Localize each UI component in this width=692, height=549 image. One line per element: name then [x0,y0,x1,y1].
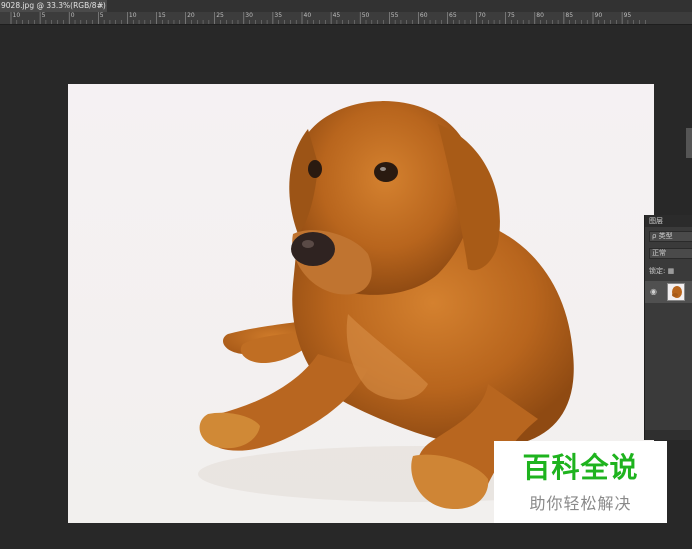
ruler-tick-label: 60 [419,12,428,19]
layer-filter-select[interactable]: ρ 类型 [649,231,692,242]
ruler-tick-label: 35 [274,12,283,19]
ruler-tick-label: 65 [449,12,457,19]
layers-panel-footer [645,430,692,440]
watermark: 百科全说 助你轻松解决 [494,441,667,523]
ruler-tick-label: 5 [41,12,46,19]
ruler-tick-label: 70 [478,12,486,19]
layer-thumbnail-image [668,284,684,300]
layer-thumbnail [667,283,685,301]
lock-label: 锁定: ▦ [649,266,674,276]
eye-icon[interactable]: ◉ [650,287,657,297]
document-tab-title: 9028.jpg @ 33.3%(RGB/8#) [1,1,106,10]
ruler-tick-label: 0 [70,12,75,19]
lock-pixels-icon[interactable]: ▦ [668,267,675,275]
tab-bar [107,0,692,12]
watermark-title: 百科全说 [522,451,639,484]
ruler-ticks [10,12,646,24]
ruler-tick-label: 80 [536,12,544,19]
ruler-tick-label: 95 [623,12,632,19]
ruler-tick-label: 45 [332,12,341,19]
close-icon[interactable]: × [98,0,104,12]
layers-panel-title[interactable]: 图层 [645,215,692,227]
ruler-tick-label: 75 [507,12,515,19]
layers-panel: 图层 ρ 类型 正常 锁定: ▦ ◉ [644,215,692,440]
watermark-subtitle: 助你轻松解决 [529,494,632,513]
blend-mode-select[interactable]: 正常 [649,248,692,259]
ruler-tick-label: 55 [390,12,399,19]
ruler-tick-label: 10 [12,12,21,19]
document-tab[interactable]: 9028.jpg @ 33.3%(RGB/8#) × [0,0,108,12]
ruler-tick-label: 20 [187,12,195,19]
ruler-tick-label: 85 [565,12,574,19]
ruler-tick-label: 40 [303,12,312,19]
panel-collapse-tab[interactable] [686,128,692,158]
ruler-tick-label: 15 [158,12,166,19]
ruler-tick-label: 25 [216,12,224,19]
horizontal-ruler: 10 5 0 5 10 15 20 25 30 35 40 45 50 55 60 65 70 75 80 85 90 9… [0,12,692,25]
ruler-tick-label: 90 [594,12,603,19]
ruler-tick-label: 50 [361,12,370,19]
lock-label-text: 锁定: [649,267,666,275]
ruler-tick-label: 5 [99,12,104,19]
ruler-tick-label: 30 [245,12,253,19]
layer-row[interactable]: ◉ [645,281,692,303]
ruler-tick-label: 10 [128,12,137,19]
